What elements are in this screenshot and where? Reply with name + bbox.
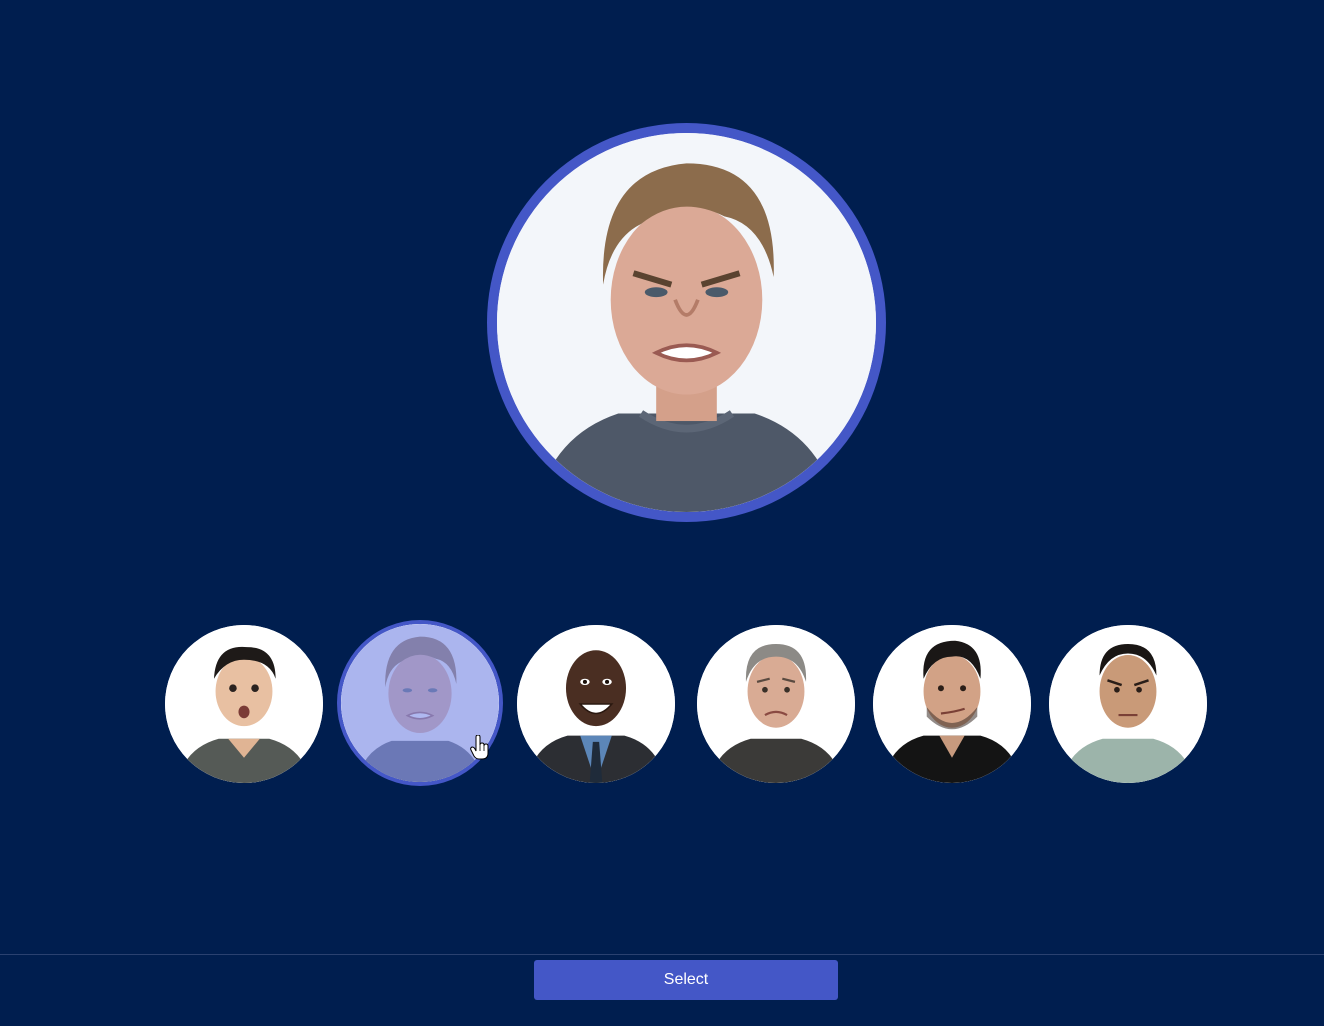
- selected-face-photo: [497, 133, 876, 512]
- face-thumbnail[interactable]: [697, 625, 855, 783]
- face-photo-disgust: [341, 624, 499, 782]
- selected-face-preview: [487, 123, 886, 522]
- face-thumbnail-selected[interactable]: [337, 620, 503, 786]
- face-thumbnail[interactable]: [1049, 625, 1207, 783]
- face-photo-contempt: [873, 625, 1031, 783]
- face-thumbnail[interactable]: [873, 625, 1031, 783]
- select-button[interactable]: Select: [534, 960, 838, 1000]
- face-thumbnail[interactable]: [165, 625, 323, 783]
- face-photo-surprise: [165, 625, 323, 783]
- footer-divider: [0, 954, 1324, 955]
- face-photo-happiness: [517, 625, 675, 783]
- face-selection-screen: Select: [0, 0, 1324, 1026]
- face-photo-anger: [1049, 625, 1207, 783]
- face-photo-sadness: [697, 625, 855, 783]
- face-thumbnail[interactable]: [517, 625, 675, 783]
